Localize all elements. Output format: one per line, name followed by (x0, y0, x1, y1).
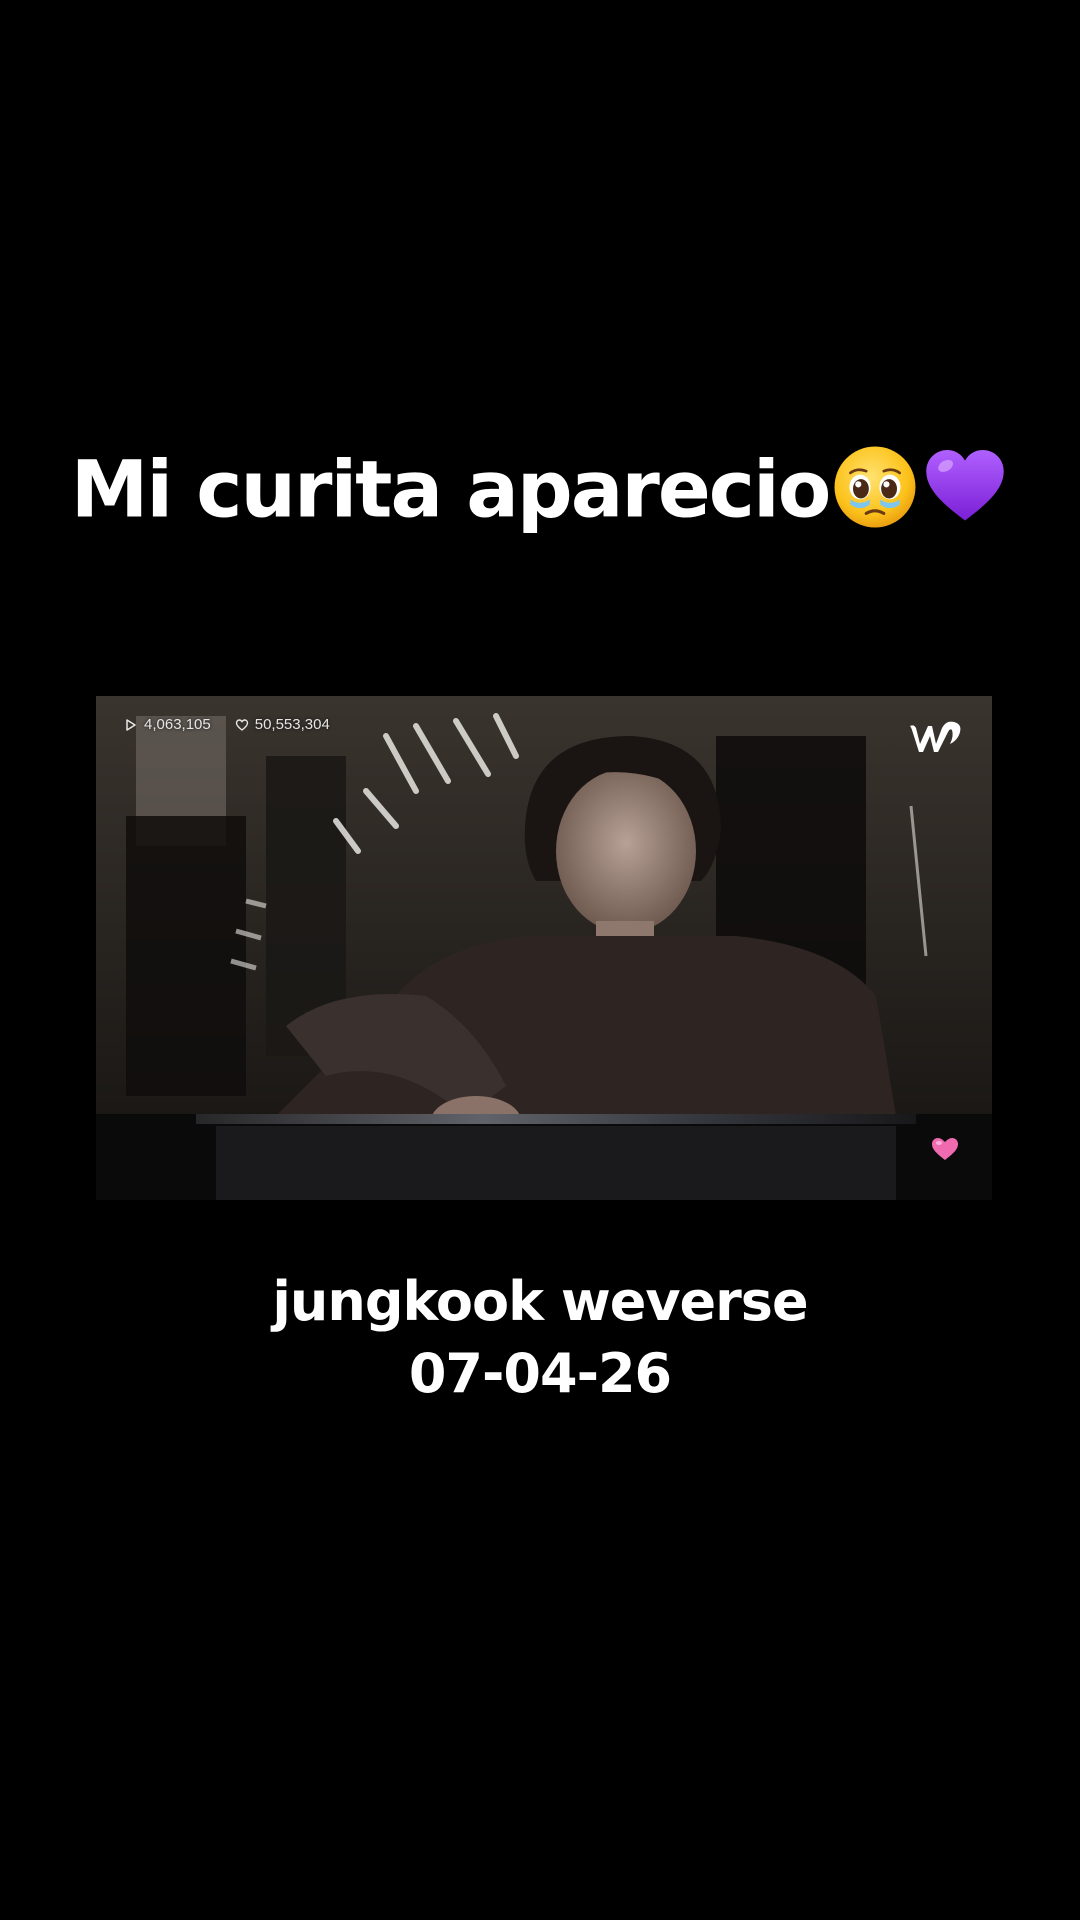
video-stats: 4,063,105 50,553,304 (124, 716, 330, 733)
heart-outline-icon (235, 718, 249, 732)
video-scene (96, 696, 992, 1200)
like-count: 50,553,304 (254, 716, 330, 733)
caption-title-text: Mi curita aparecio (70, 445, 832, 536)
view-count: 4,063,105 (144, 716, 211, 733)
caption-line-1: jungkook weverse (272, 1270, 808, 1333)
screen: Mi curita aparecio 4,063,105 50,553,304 … (0, 0, 1080, 1920)
caption-title: Mi curita aparecio (0, 436, 1080, 541)
video-frame[interactable]: 4,063,105 50,553,304 (96, 696, 992, 1200)
purple-heart-emoji (921, 443, 1009, 531)
play-icon (124, 718, 138, 732)
pleading-face-emoji (831, 443, 919, 531)
pink-heart-icon (930, 1136, 960, 1162)
caption-subtitle: jungkook weverse 07-04-26 (0, 1266, 1080, 1410)
weverse-logo-icon (906, 714, 966, 758)
caption-line-2: 07-04-26 (408, 1342, 672, 1405)
